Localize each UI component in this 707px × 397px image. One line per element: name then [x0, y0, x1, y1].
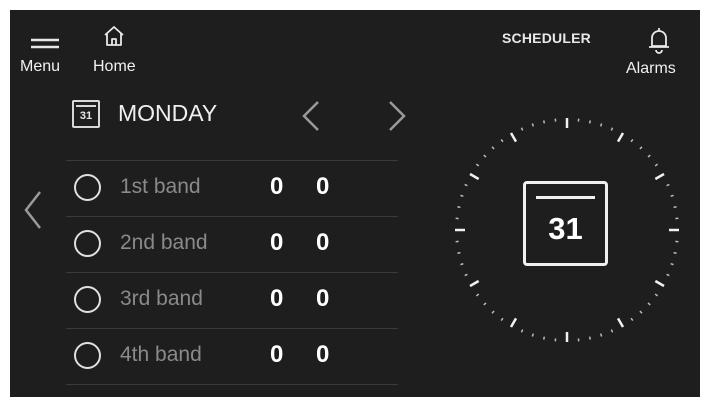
dial-minor-tick — [491, 310, 495, 314]
calendar-icon: 31 — [72, 100, 100, 128]
dial-minor-tick — [588, 336, 592, 340]
dial-minor-tick — [475, 293, 480, 297]
dial-minor-tick — [630, 317, 634, 322]
dial-calendar-icon[interactable]: 31 — [523, 181, 608, 266]
dial-minor-tick — [520, 127, 524, 131]
bell-icon — [649, 28, 669, 54]
dial-minor-tick — [666, 273, 670, 277]
band-value-1[interactable]: 0 — [270, 285, 283, 313]
band-row[interactable]: 3rd band 0 0 — [66, 273, 398, 327]
dial-minor-tick — [654, 293, 659, 297]
dial-major-tick — [469, 172, 480, 181]
day-label: MONDAY — [118, 100, 218, 126]
alarms-label: Alarms — [626, 60, 676, 77]
dial-minor-tick — [500, 317, 504, 322]
band-radio[interactable] — [74, 342, 101, 369]
chevron-left-icon — [302, 101, 319, 131]
band-radio[interactable] — [74, 174, 101, 201]
chevron-right-icon — [389, 101, 406, 131]
band-radio[interactable] — [74, 230, 101, 257]
band-radio[interactable] — [74, 286, 101, 313]
band-row[interactable]: 2nd band 0 0 — [66, 217, 398, 271]
band-value-1[interactable]: 0 — [270, 341, 283, 369]
dial-minor-tick — [647, 302, 651, 306]
dial-minor-tick — [599, 333, 603, 337]
dial-minor-tick — [610, 329, 614, 333]
dial-minor-tick — [491, 146, 495, 150]
dial-minor-tick — [666, 183, 670, 187]
dial-minor-tick — [588, 120, 592, 124]
dial-minor-tick — [483, 302, 487, 306]
scheduler-screen: Menu Home SCHEDULER Alarms 31 MONDAY 1st… — [10, 10, 700, 397]
dial-minor-tick — [630, 138, 634, 143]
dial-minor-tick — [599, 123, 603, 127]
band-value-2[interactable]: 0 — [316, 229, 329, 257]
page-title: SCHEDULER — [502, 30, 591, 46]
dial-minor-tick — [542, 120, 546, 124]
chevron-left-icon — [24, 191, 41, 229]
band-value-1[interactable]: 0 — [270, 173, 283, 201]
band-value-2[interactable]: 0 — [316, 285, 329, 313]
band-value-2[interactable]: 0 — [316, 173, 329, 201]
dial-major-tick — [654, 172, 665, 181]
next-day-button[interactable] — [380, 96, 414, 136]
dial-minor-tick — [475, 163, 480, 167]
home-label: Home — [93, 58, 136, 75]
alarms-button[interactable]: Alarms — [622, 24, 694, 80]
menu-button[interactable]: Menu — [16, 32, 76, 80]
dial-minor-tick — [673, 251, 677, 255]
dial-major-tick — [509, 132, 518, 143]
prev-page-button[interactable] — [20, 186, 46, 234]
dial-minor-tick — [670, 194, 674, 198]
dial-minor-tick — [531, 333, 535, 337]
dial-major-tick — [469, 279, 480, 288]
dial-minor-tick — [639, 310, 643, 314]
band-row[interactable]: 4th band 0 0 — [66, 329, 398, 383]
dial-minor-tick — [457, 251, 461, 255]
dial-minor-tick — [654, 163, 659, 167]
dial-minor-tick — [610, 127, 614, 131]
menu-label: Menu — [20, 58, 61, 75]
dial-major-tick — [509, 317, 518, 328]
dial-minor-tick — [460, 194, 464, 198]
dial-minor-tick — [483, 154, 487, 158]
home-icon — [104, 26, 124, 46]
day-selector: 31 MONDAY — [72, 94, 412, 138]
dial-minor-tick — [500, 138, 504, 143]
calendar-number: 31 — [79, 110, 93, 122]
dial-minor-tick — [520, 329, 524, 333]
dial-minor-tick — [460, 262, 464, 266]
dial-minor-tick — [542, 336, 546, 340]
dial-minor-tick — [647, 154, 651, 158]
dial-minor-tick — [639, 146, 643, 150]
band-value-1[interactable]: 0 — [270, 229, 283, 257]
dial-minor-tick — [457, 205, 461, 209]
dial-minor-tick — [670, 262, 674, 266]
dial-minor-tick — [531, 123, 535, 127]
band-value-2[interactable]: 0 — [316, 341, 329, 369]
dial-major-tick — [654, 279, 665, 288]
divider — [66, 384, 398, 385]
dial-minor-tick — [673, 205, 677, 209]
dial-major-tick — [616, 317, 625, 328]
band-row[interactable]: 1st band 0 0 — [66, 161, 398, 215]
band-label: 4th band — [120, 343, 202, 366]
band-label: 1st band — [120, 175, 201, 198]
dial-minor-tick — [464, 273, 468, 277]
home-button[interactable]: Home — [90, 22, 150, 78]
menu-icon — [31, 38, 59, 49]
dial-major-tick — [616, 132, 625, 143]
dial-minor-tick — [464, 183, 468, 187]
prev-day-button[interactable] — [294, 96, 328, 136]
band-label: 2nd band — [120, 231, 208, 254]
band-label: 3rd band — [120, 287, 203, 310]
dial-calendar-number: 31 — [548, 211, 583, 246]
